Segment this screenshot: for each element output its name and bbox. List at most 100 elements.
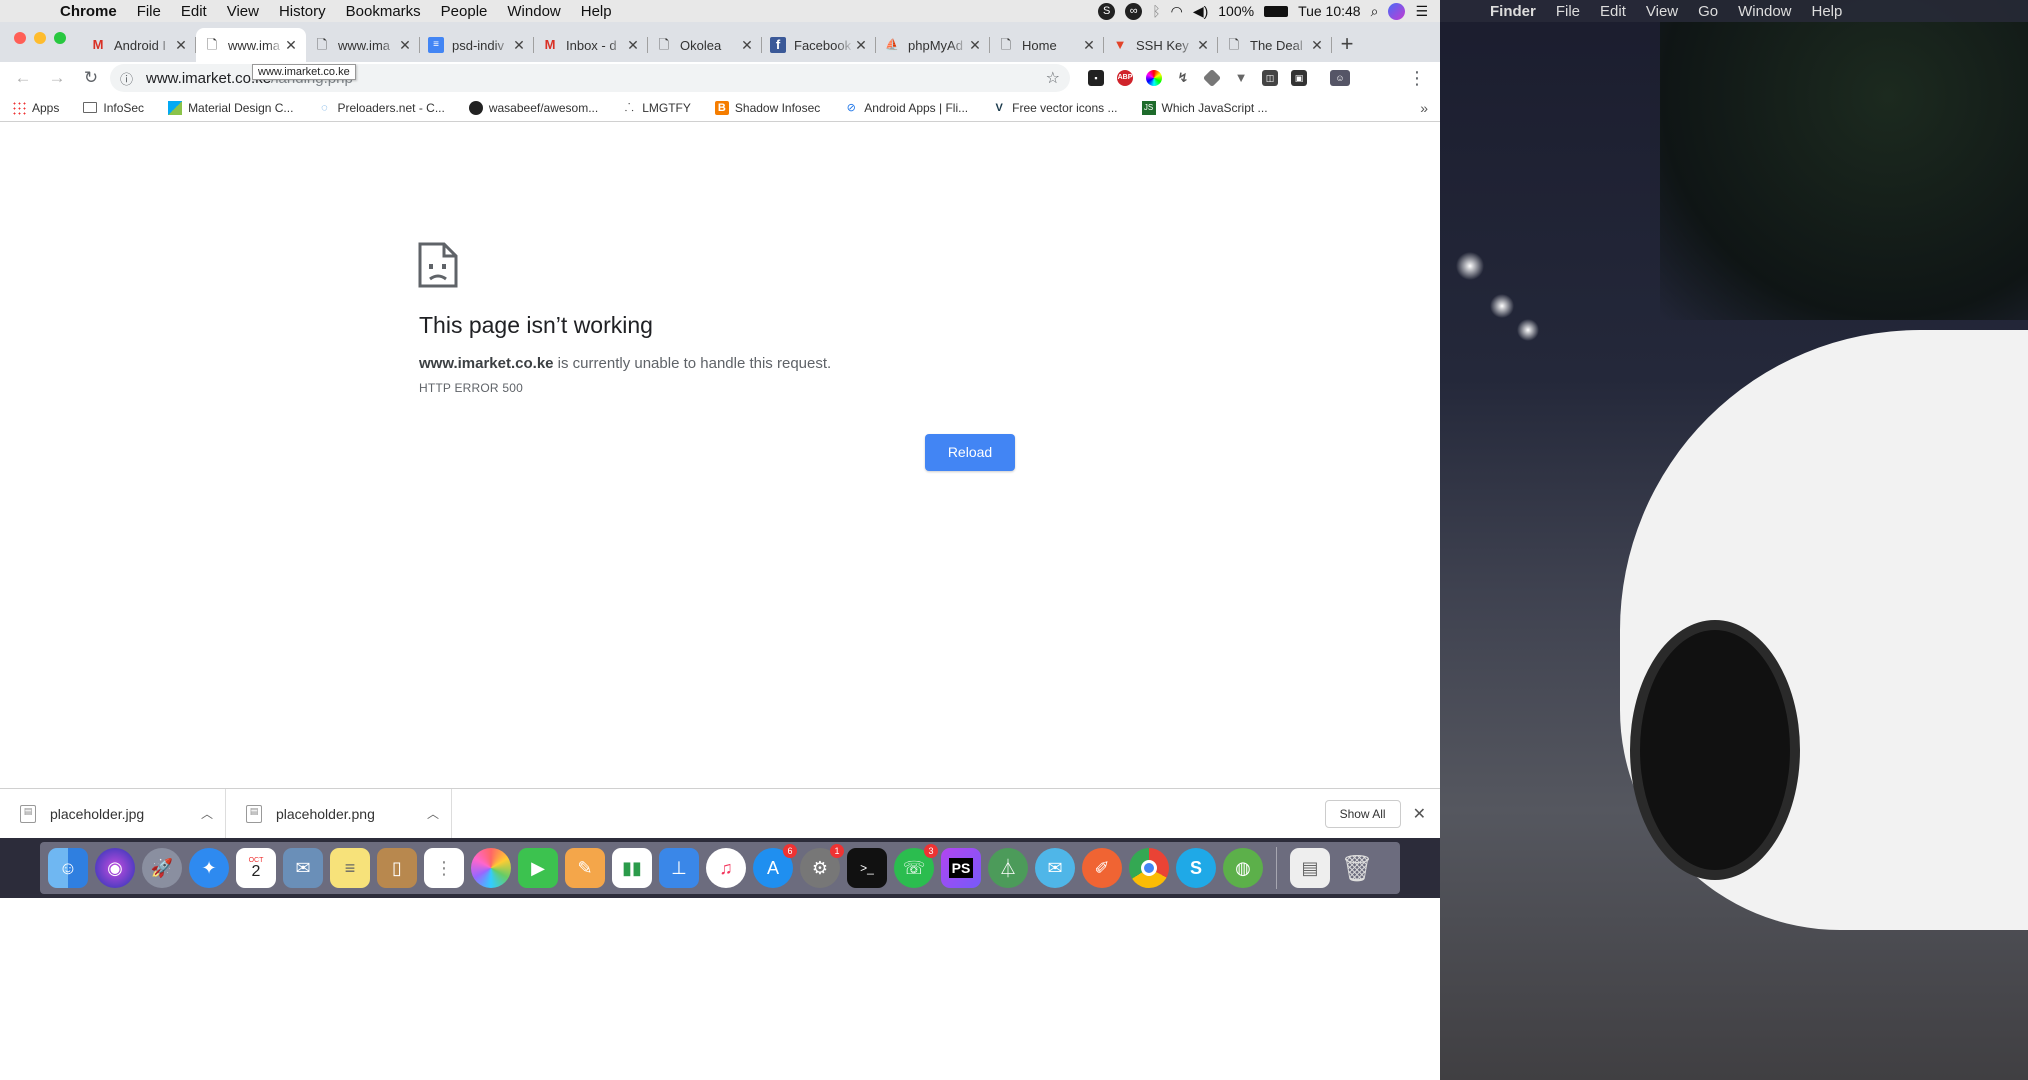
- finder-app-name[interactable]: Finder: [1480, 3, 1546, 20]
- bookmark-item[interactable]: ◌ Preloaders.net - C...: [317, 101, 445, 115]
- spotlight-icon[interactable]: ⌕: [1371, 3, 1379, 20]
- tab[interactable]: M Android I ✕: [82, 28, 196, 62]
- tab[interactable]: ≡ psd-indiv ✕: [420, 28, 534, 62]
- contacts-icon[interactable]: ▯: [377, 848, 417, 888]
- download-item[interactable]: ▤ placeholder.jpg ︿: [0, 788, 226, 838]
- reminders-icon[interactable]: ⋮: [424, 848, 464, 888]
- notification-center-icon[interactable]: ☰: [1415, 3, 1428, 20]
- battery-icon[interactable]: [1264, 5, 1289, 17]
- tab[interactable]: M Inbox - d ✕: [534, 28, 648, 62]
- chevron-up-icon[interactable]: ︿: [201, 805, 213, 822]
- close-tab-icon[interactable]: ✕: [740, 37, 754, 54]
- close-tab-icon[interactable]: ✕: [398, 37, 412, 54]
- keynote-icon[interactable]: ⊥: [659, 848, 699, 888]
- finder-menu-help[interactable]: Help: [1802, 3, 1853, 20]
- zoom-window-button[interactable]: [54, 32, 66, 44]
- phpstorm-icon[interactable]: PS: [941, 848, 981, 888]
- bookmark-item[interactable]: B Shadow Infosec: [714, 100, 820, 115]
- skype-icon[interactable]: S: [1176, 848, 1216, 888]
- skype-status-icon[interactable]: S: [1098, 2, 1116, 20]
- tab[interactable]: 🗋 www.ima ✕: [306, 28, 420, 62]
- menu-file[interactable]: File: [127, 3, 171, 20]
- bluetooth-icon[interactable]: ᛒ: [1152, 3, 1160, 19]
- show-all-button[interactable]: Show All: [1324, 799, 1401, 828]
- calendar-icon[interactable]: OCT 2: [236, 848, 276, 888]
- terminal-icon[interactable]: >_: [847, 848, 887, 888]
- close-tab-icon[interactable]: ✕: [284, 37, 298, 54]
- close-tab-icon[interactable]: ✕: [512, 37, 526, 54]
- finder-menu-edit[interactable]: Edit: [1590, 3, 1636, 20]
- close-tab-icon[interactable]: ✕: [968, 37, 982, 54]
- forward-button[interactable]: →: [42, 64, 72, 92]
- download-item[interactable]: ▤ placeholder.png ︿: [226, 788, 452, 838]
- chrome-icon[interactable]: [1129, 848, 1169, 888]
- tab[interactable]: f Facebook ✕: [762, 28, 876, 62]
- tab[interactable]: 🗋 Okolea ✕: [648, 28, 762, 62]
- vue-devtools-icon[interactable]: ▼: [1233, 70, 1249, 86]
- finder-menu-window[interactable]: Window: [1728, 3, 1801, 20]
- finder-menu-view[interactable]: View: [1636, 3, 1688, 20]
- menu-people[interactable]: People: [431, 3, 498, 20]
- bookmark-star-icon[interactable]: ☆: [1046, 68, 1060, 88]
- info-icon[interactable]: ⓘ: [120, 69, 138, 88]
- documents-stack-icon[interactable]: ▤: [1290, 848, 1330, 888]
- menu-bookmarks[interactable]: Bookmarks: [336, 3, 431, 20]
- airmail-icon[interactable]: ✉: [1035, 848, 1075, 888]
- app-store-icon[interactable]: A6: [753, 844, 797, 888]
- volume-icon[interactable]: ◀): [1193, 3, 1208, 20]
- menu-edit[interactable]: Edit: [171, 3, 217, 20]
- safari-icon[interactable]: ✦: [189, 848, 229, 888]
- facetime-icon[interactable]: ▶: [518, 848, 558, 888]
- numbers-icon[interactable]: ▮▮: [612, 848, 652, 888]
- new-tab-button[interactable]: +: [1332, 31, 1362, 57]
- close-tab-icon[interactable]: ✕: [1082, 37, 1096, 54]
- chrome-menu-icon[interactable]: ⋮: [1408, 68, 1432, 89]
- menu-app-name[interactable]: Chrome: [50, 3, 127, 20]
- finder-icon[interactable]: ☺: [48, 848, 88, 888]
- android-studio-icon[interactable]: ⏃: [988, 848, 1028, 888]
- clock[interactable]: Tue 10:48: [1298, 3, 1361, 19]
- launchpad-icon[interactable]: 🚀: [142, 848, 182, 888]
- adblock-icon[interactable]: ABP: [1117, 70, 1133, 86]
- close-tab-icon[interactable]: ✕: [1310, 37, 1324, 54]
- close-tab-icon[interactable]: ✕: [1196, 37, 1210, 54]
- back-button[interactable]: ←: [8, 64, 38, 92]
- tab[interactable]: ▼ SSH Key ✕: [1104, 28, 1218, 62]
- minimize-window-button[interactable]: [34, 32, 46, 44]
- bookmark-item[interactable]: wasabeef/awesom...: [468, 100, 598, 115]
- tab[interactable]: 🗋 The Deal ✕: [1218, 28, 1332, 62]
- siri-icon[interactable]: [1388, 2, 1406, 20]
- finder-menu-file[interactable]: File: [1546, 3, 1590, 20]
- photos-icon[interactable]: [471, 848, 511, 888]
- bookmarks-overflow-icon[interactable]: »: [1420, 100, 1428, 116]
- chevron-up-icon[interactable]: ︿: [427, 805, 439, 822]
- preview-icon[interactable]: ✉: [283, 848, 323, 888]
- reload-button[interactable]: Reload: [925, 434, 1015, 471]
- extension-icon[interactable]: [1202, 68, 1222, 88]
- bookmark-item[interactable]: Apps: [12, 100, 59, 115]
- tab-active[interactable]: 🗋 www.ima ✕: [196, 28, 306, 62]
- bookmark-item[interactable]: InfoSec: [83, 101, 144, 115]
- close-tab-icon[interactable]: ✕: [174, 37, 188, 54]
- extension-icon[interactable]: ↯: [1175, 70, 1191, 86]
- extension-icon[interactable]: ▪: [1088, 70, 1104, 86]
- close-tab-icon[interactable]: ✕: [854, 37, 868, 54]
- close-download-shelf-icon[interactable]: ✕: [1413, 804, 1426, 824]
- system-preferences-icon[interactable]: ⚙ 1: [800, 844, 844, 888]
- menu-history[interactable]: History: [269, 3, 336, 20]
- whatsapp-icon[interactable]: ☏ 3: [894, 844, 938, 888]
- bookmark-item[interactable]: V Free vector icons ...: [992, 101, 1117, 115]
- close-window-button[interactable]: [14, 32, 26, 44]
- creative-cloud-icon[interactable]: ∞: [1125, 2, 1143, 20]
- siri-icon[interactable]: ◉: [95, 848, 135, 888]
- battery-percent[interactable]: 100%: [1218, 3, 1254, 19]
- extension-icon[interactable]: ◫: [1262, 70, 1278, 86]
- tab[interactable]: ⛵ phpMyAd ✕: [876, 28, 990, 62]
- menu-help[interactable]: Help: [571, 3, 622, 20]
- menu-view[interactable]: View: [217, 3, 269, 20]
- close-tab-icon[interactable]: ✕: [626, 37, 640, 54]
- finder-menu-go[interactable]: Go: [1688, 3, 1728, 20]
- itunes-icon[interactable]: ♫: [706, 848, 746, 888]
- wifi-icon[interactable]: ◠: [1171, 3, 1183, 20]
- bookmark-item[interactable]: ⊘ Android Apps | Fli...: [844, 101, 968, 115]
